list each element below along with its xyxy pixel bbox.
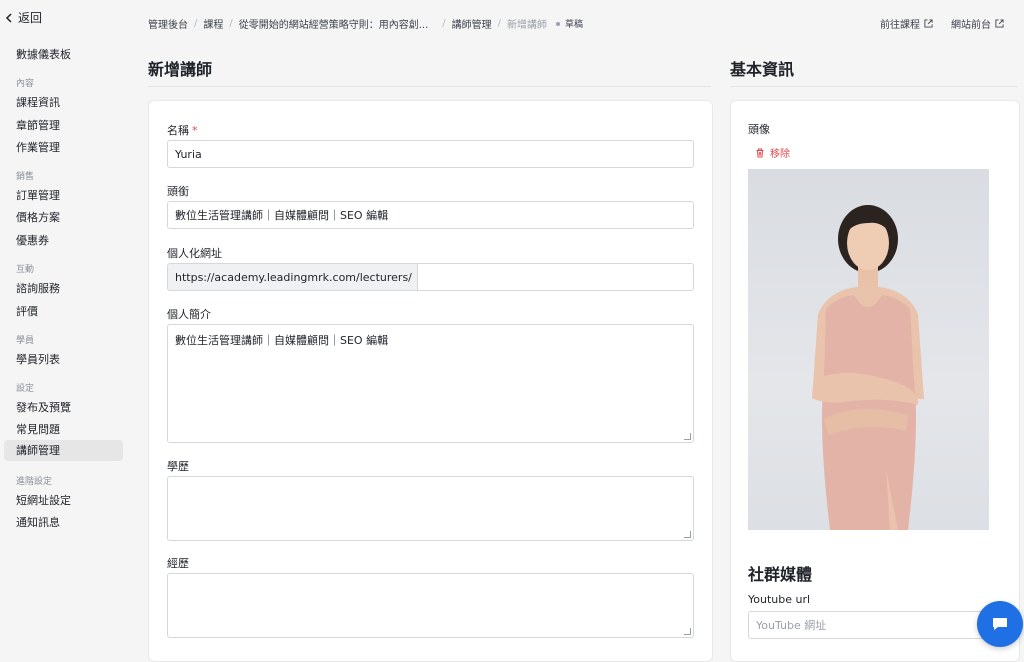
breadcrumb-course-title[interactable]: 從零開始的網站經營策略守則：用內容創... [239, 16, 429, 31]
resize-handle[interactable] [684, 628, 691, 635]
title-input[interactable]: 數位生活管理講師｜自媒體顧問｜SEO 編輯 [167, 201, 694, 229]
divider [730, 86, 1018, 87]
avatar-label: 頭像 [748, 123, 770, 136]
top-links: 前往課程 網站前台 [880, 16, 1004, 31]
title-label: 頭銜 [167, 185, 189, 198]
education-textarea[interactable] [167, 476, 694, 541]
divider [148, 86, 711, 87]
social-media-title: 社群媒體 [748, 565, 813, 584]
group-label-settings: 設定 [16, 384, 35, 394]
sidebar-item-notifications[interactable]: 通知訊息 [16, 514, 60, 530]
external-link-icon [924, 19, 933, 28]
group-label-sales: 銷售 [16, 172, 35, 182]
breadcrumb-lecturers[interactable]: 講師管理 [452, 16, 492, 31]
page-title: 新增講師 [148, 60, 213, 79]
youtube-label: Youtube url [748, 593, 811, 606]
breadcrumb-admin[interactable]: 管理後台 [148, 16, 188, 31]
url-slug-input[interactable] [418, 263, 694, 291]
experience-textarea[interactable] [167, 573, 694, 638]
basic-info-card: 頭像 移除 社群媒體 Youtube url YouTube 網址 [730, 100, 1020, 662]
sidebar-item-consulting[interactable]: 諮詢服務 [16, 280, 60, 296]
lecturer-form-card: 名稱 * Yuria 頭銜 數位生活管理講師｜自媒體顧問｜SEO 編輯 個人化網址… [148, 100, 713, 662]
sidebar-item-course-info[interactable]: 課程資訊 [16, 94, 60, 110]
url-label: 個人化網址 [167, 247, 222, 260]
breadcrumb-separator: / [229, 18, 233, 29]
group-label-content: 內容 [16, 79, 35, 89]
go-course-link[interactable]: 前往課程 [880, 16, 933, 31]
name-label: 名稱 * [167, 122, 198, 138]
remove-label: 移除 [770, 149, 790, 160]
sidebar-item-student-list[interactable]: 學員列表 [16, 351, 60, 367]
breadcrumb-separator: / [497, 18, 502, 29]
education-label: 學歷 [167, 460, 189, 473]
back-button[interactable]: 返回 [4, 9, 42, 26]
bio-text: 數位生活管理講師｜自媒體顧問｜SEO 編輯 [175, 334, 389, 347]
trash-icon [756, 148, 764, 157]
lecturer-portrait [812, 205, 924, 530]
name-label-text: 名稱 [167, 124, 189, 137]
bio-label: 個人簡介 [167, 308, 211, 321]
breadcrumb-separator: / [194, 18, 198, 29]
avatar-image [748, 169, 989, 530]
youtube-input[interactable]: YouTube 網址 [748, 611, 1008, 639]
back-label: 返回 [18, 11, 43, 25]
sidebar-item-orders[interactable]: 訂單管理 [16, 187, 60, 203]
chat-bubble-icon [993, 618, 1007, 630]
sidebar-item-faq[interactable]: 常見問題 [16, 421, 60, 437]
name-input[interactable]: Yuria [167, 140, 694, 168]
sidebar-item-short-url[interactable]: 短網址設定 [16, 492, 71, 508]
go-course-label: 前往課程 [880, 20, 920, 31]
remove-avatar-button[interactable]: 移除 [755, 145, 790, 160]
front-site-label: 網站前台 [951, 20, 991, 31]
sidebar-item-lecturers[interactable]: 講師管理 [4, 440, 123, 461]
experience-label: 經歷 [167, 557, 189, 570]
sidebar-item-coupons[interactable]: 優惠券 [16, 232, 49, 248]
sidebar-item-publish[interactable]: 發布及預覽 [16, 399, 71, 415]
front-site-link[interactable]: 網站前台 [951, 16, 1004, 31]
status-badge: 草稿 [565, 20, 584, 30]
chat-button[interactable] [977, 601, 1023, 647]
external-link-icon [995, 19, 1004, 28]
group-label-advanced: 進階設定 [16, 477, 53, 487]
chevron-left-icon [5, 12, 12, 23]
section-title-basic-info: 基本資訊 [730, 60, 795, 79]
sidebar-item-homework[interactable]: 作業管理 [16, 139, 60, 155]
group-label-interaction: 互動 [16, 265, 35, 275]
sidebar: 返回 數據儀表板 內容 課程資訊 章節管理 作業管理 銷售 訂單管理 價格方案 … [0, 0, 130, 640]
resize-handle[interactable] [684, 433, 691, 440]
sidebar-item-pricing[interactable]: 價格方案 [16, 209, 60, 225]
resize-handle[interactable] [684, 531, 691, 538]
required-marker: * [192, 124, 198, 137]
url-prefix: https://academy.leadingmrk.com/lecturers… [167, 263, 418, 291]
breadcrumb-separator: / [442, 18, 446, 29]
sidebar-item-dashboard[interactable]: 數據儀表板 [16, 46, 71, 62]
breadcrumb-course[interactable]: 課程 [203, 16, 223, 31]
status-dot [556, 21, 561, 26]
sidebar-item-reviews[interactable]: 評價 [16, 303, 38, 319]
breadcrumb-current: 新增講師 [507, 20, 548, 31]
group-label-students: 學員 [16, 336, 35, 346]
sidebar-item-chapters[interactable]: 章節管理 [16, 117, 60, 133]
bio-textarea[interactable]: 數位生活管理講師｜自媒體顧問｜SEO 編輯 [167, 324, 694, 443]
breadcrumb: 管理後台 / 課程 / 從零開始的網站經營策略守則：用內容創... / 講師管理… [148, 16, 583, 31]
